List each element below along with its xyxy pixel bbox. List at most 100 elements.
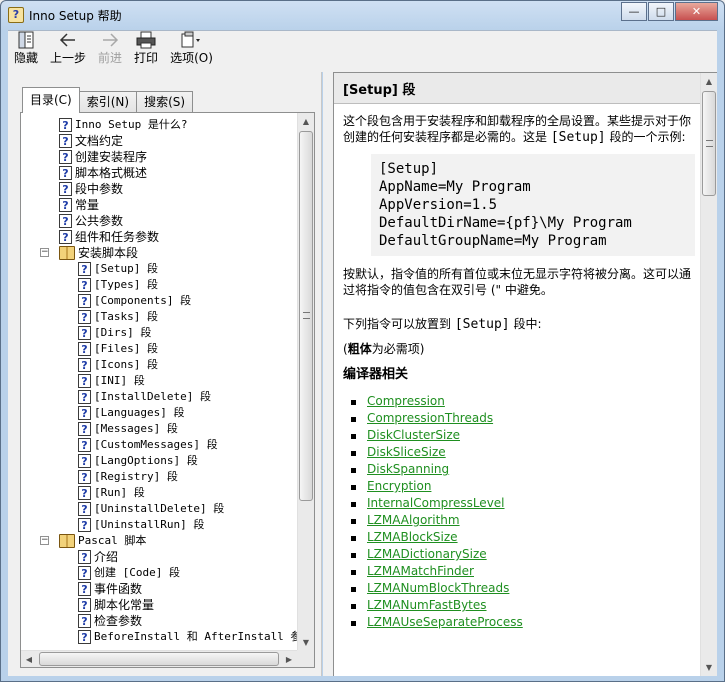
tree-item[interactable]: − Pascal 脚本 [21,533,296,549]
maximize-button[interactable]: □ [648,2,674,21]
tree-item[interactable]: ? 文档约定 [21,133,296,149]
back-button[interactable]: 上一步 [44,31,92,71]
close-button[interactable]: ✕ [675,2,718,21]
directive-link[interactable]: Compression [367,394,445,408]
collapse-toggle-icon[interactable]: − [40,536,49,545]
tree-item[interactable]: ? 公共参数 [21,213,296,229]
directive-link[interactable]: LZMAMatchFinder [367,564,474,578]
print-label: 打印 [134,51,159,65]
scroll-down-arrow-icon[interactable]: ▼ [298,634,314,651]
tree-item[interactable]: ? [INI] 段 [21,373,296,389]
directive-link[interactable]: DiskClusterSize [367,428,460,442]
directive-list: Compression CompressionThreads DiskCluster… [349,393,693,631]
tree-horizontal-scrollbar[interactable]: ◀ ▶ [21,650,298,667]
forward-arrow-icon [101,31,119,51]
content-vertical-scrollbar[interactable]: ▲ ▼ [700,73,717,676]
tab-search[interactable]: 搜索(S) [136,91,194,113]
directive-link[interactable]: CompressionThreads [367,411,493,425]
tree-item[interactable]: ? 脚本化常量 [21,597,296,613]
directive-link[interactable]: LZMANumBlockThreads [367,581,509,595]
topic-pane: [Setup] 段 这个段包含用于安装程序和卸载程序的全局设置。某些提示对于你创… [333,72,717,676]
contents-tree: ? Inno Setup 是什么?? 文档约定? 创建安装程序? 脚本格式概述? 段中参数… [21,117,312,645]
tree-item[interactable]: ? [Languages] 段 [21,405,296,421]
tree-item[interactable]: ? Inno Setup 是什么? [21,117,296,133]
intro-text-b: 段的一个示例: [605,130,686,144]
tree-item[interactable]: ? 常量 [21,197,296,213]
directive-list-item: DiskClusterSize [349,427,693,444]
tree-item[interactable]: ? [Components] 段 [21,293,296,309]
directive-link[interactable]: LZMAUseSeparateProcess [367,615,523,629]
tree-item[interactable]: ? [Dirs] 段 [21,325,296,341]
tree-item[interactable]: ? 组件和任务参数 [21,229,296,245]
hide-button[interactable]: 隐藏 [8,31,44,71]
tree-item[interactable]: ? [Tasks] 段 [21,309,296,325]
tree-item[interactable]: ? 脚本格式概述 [21,165,296,181]
help-page-icon: ? [78,406,91,420]
tree-item[interactable]: ? 检查参数 [21,613,296,629]
scroll-up-arrow-icon[interactable]: ▲ [298,113,314,130]
directive-list-item: LZMAUseSeparateProcess [349,614,693,631]
tab-contents[interactable]: 目录(C) [22,87,80,113]
list-intro-text-b: 段中: [509,317,542,331]
tree-item[interactable]: ? [Files] 段 [21,341,296,357]
title-bar[interactable]: ? Inno Setup 帮助 — □ ✕ [1,1,724,30]
back-label: 上一步 [50,51,87,65]
directive-link[interactable]: Encryption [367,479,431,493]
minimize-button[interactable]: — [621,2,647,21]
tree-item[interactable]: ? 介绍 [21,549,296,565]
forward-button[interactable]: 前进 [92,31,128,71]
tab-index[interactable]: 索引(N) [78,91,138,113]
tree-item[interactable]: ? [Registry] 段 [21,469,296,485]
tree-item[interactable]: ? [CustomMessages] 段 [21,437,296,453]
print-button[interactable]: 打印 [128,31,164,71]
contents-tree-view: ? Inno Setup 是什么?? 文档约定? 创建安装程序? 脚本格式概述? 段中参数… [20,112,315,668]
required-note: (粗体为必需项) [343,341,693,357]
scrollbar-corner [297,650,314,667]
tree-item[interactable]: ? [UninstallRun] 段 [21,517,296,533]
options-button[interactable]: 选项(O) [164,31,219,71]
help-page-icon: ? [78,454,91,468]
directive-link[interactable]: LZMAAlgorithm [367,513,460,527]
tree-item-label: 脚本格式概述 [75,166,148,180]
directive-link[interactable]: DiskSpanning [367,462,449,476]
tree-item[interactable]: ? BeforeInstall 和 AfterInstall 参数 [21,629,312,645]
tree-vertical-scrollbar[interactable]: ▲ ▼ [297,113,314,651]
tree-item[interactable]: ? 创建 [Code] 段 [21,565,296,581]
tree-item[interactable]: ? [Messages] 段 [21,421,296,437]
help-page-icon: ? [59,118,72,132]
tree-item[interactable]: ? 事件函数 [21,581,296,597]
directive-link[interactable]: LZMADictionarySize [367,547,487,561]
tree-item[interactable]: ? [UninstallDelete] 段 [21,501,296,517]
tree-item[interactable]: ? 段中参数 [21,181,296,197]
open-book-icon [59,534,75,548]
content-scroll-up-arrow-icon[interactable]: ▲ [701,73,717,90]
content-scroll-thumb[interactable] [702,91,716,196]
scroll-left-arrow-icon[interactable]: ◀ [21,651,37,667]
directive-link[interactable]: DiskSliceSize [367,445,446,459]
tree-item[interactable]: ? [Types] 段 [21,277,296,293]
help-page-icon: ? [78,614,91,628]
directive-link[interactable]: LZMABlockSize [367,530,458,544]
tree-item[interactable]: − 安装脚本段 [21,245,296,261]
tree-item[interactable]: ? [InstallDelete] 段 [21,389,296,405]
tree-item-label: 段中参数 [75,182,124,196]
tree-item[interactable]: ? [Run] 段 [21,485,296,501]
directive-link[interactable]: InternalCompressLevel [367,496,505,510]
help-page-icon: ? [78,374,91,388]
directive-list-item: Encryption [349,478,693,495]
directive-link[interactable]: LZMANumFastBytes [367,598,487,612]
section-heading: 编译器相关 [343,367,409,382]
tree-item-label: 创建安装程序 [75,150,148,164]
tree-item[interactable]: ? [Setup] 段 [21,261,296,277]
tree-item[interactable]: ? [LangOptions] 段 [21,453,296,469]
tree-scroll-thumb[interactable] [299,131,313,501]
collapse-toggle-icon[interactable]: − [40,248,49,257]
help-page-icon: ? [78,470,91,484]
tree-hscroll-thumb[interactable] [39,652,279,666]
scroll-right-arrow-icon[interactable]: ▶ [281,651,297,667]
help-page-icon: ? [59,150,72,164]
tree-item[interactable]: ? 创建安装程序 [21,149,296,165]
content-scroll-down-arrow-icon[interactable]: ▼ [701,659,717,676]
pane-splitter[interactable] [323,72,333,676]
tree-item[interactable]: ? [Icons] 段 [21,357,296,373]
